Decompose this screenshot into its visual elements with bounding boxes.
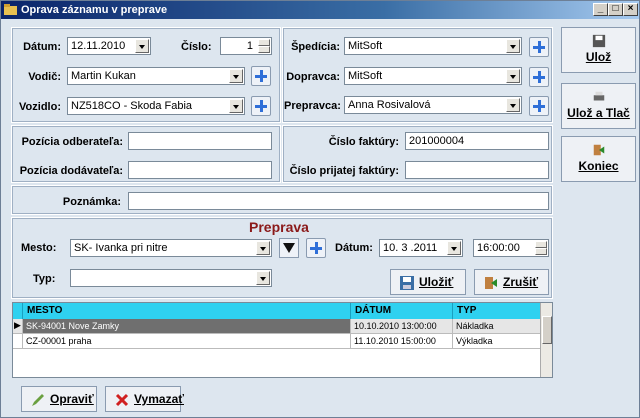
datum-field[interactable]: 12.11.2010: [67, 37, 151, 55]
cislo-prij-input[interactable]: [405, 161, 549, 179]
chevron-down-icon[interactable]: [229, 69, 243, 83]
vymazat-button[interactable]: Vymazať: [105, 386, 184, 412]
floppy-icon: [400, 276, 414, 290]
zrusit-button[interactable]: Zrušiť: [474, 269, 549, 295]
chevron-down-icon[interactable]: [506, 69, 520, 83]
preprava-datum-field[interactable]: 10. 3 .2011: [379, 239, 463, 257]
grid-header-datum[interactable]: DÁTUM: [351, 303, 453, 319]
row-pointer-icon: ▶: [13, 319, 23, 334]
minimize-button[interactable]: _: [593, 3, 608, 16]
maximize-button[interactable]: □: [608, 3, 623, 16]
window-title: Oprava záznamu v preprave: [21, 4, 168, 16]
pencil-icon: [32, 394, 44, 406]
prepravca-label: Prepravca:: [284, 100, 341, 112]
poz-odb-input[interactable]: [128, 132, 272, 150]
preprava-time-field[interactable]: 16:00:00: [473, 239, 549, 257]
datum-label: Dátum:: [23, 41, 61, 53]
title-bar[interactable]: Oprava záznamu v preprave _ □ ×: [1, 1, 639, 19]
add-mesto-button[interactable]: [306, 238, 326, 258]
koniec-button[interactable]: Koniec: [561, 136, 636, 182]
opravit-button[interactable]: Opraviť: [21, 386, 97, 412]
table-row[interactable]: ▶ SK-94001 Nove Zamky 10.10.2010 13:00:0…: [13, 319, 541, 334]
poz-dod-label: Pozícia dodávateľa:: [19, 165, 123, 177]
expand-button[interactable]: [279, 238, 299, 258]
floppy-icon: [592, 34, 605, 48]
cislo-stepper[interactable]: 1: [220, 37, 272, 55]
main-window: Oprava záznamu v preprave _ □ × Dátum: 1…: [0, 0, 640, 418]
chevron-down-icon[interactable]: [229, 99, 243, 113]
cell-mesto: SK-94001 Nove Zamky: [23, 319, 351, 334]
mesto-label: Mesto:: [21, 242, 57, 254]
exit-icon: [593, 144, 604, 156]
uloz-button[interactable]: Ulož: [561, 27, 636, 73]
prepravca-select[interactable]: Anna Rosivalová: [344, 96, 522, 114]
add-spedicia-button[interactable]: [529, 37, 549, 57]
stepper-up-icon[interactable]: [258, 39, 270, 46]
grid-corner: [13, 303, 23, 319]
preprava-title: Preprava: [249, 219, 309, 235]
triangle-down-icon: [283, 243, 295, 253]
dopravca-select[interactable]: MitSoft: [344, 67, 522, 85]
folder-icon: [4, 4, 17, 15]
ulozit-button[interactable]: Uložiť: [390, 269, 466, 295]
grid-scrollbar[interactable]: [540, 303, 552, 377]
cislo-fakt-input[interactable]: 201000004: [405, 132, 549, 150]
typ-label: Typ:: [33, 273, 56, 285]
uloz-tlac-button[interactable]: Ulož a Tlač: [561, 83, 636, 129]
cell-datum: 11.10.2010 15:00:00: [351, 334, 453, 349]
row-indicator: [13, 334, 23, 349]
cell-typ: Výkladka: [453, 334, 541, 349]
close-button[interactable]: ×: [623, 3, 638, 16]
preprava-grid[interactable]: MESTO DÁTUM TYP ▶ SK-94001 Nove Zamky 10…: [12, 302, 553, 378]
add-vozidlo-button[interactable]: [251, 96, 271, 116]
stepper-down-icon[interactable]: [258, 46, 270, 53]
cell-mesto: CZ-00001 praha: [23, 334, 351, 349]
cell-datum: 10.10.2010 13:00:00: [351, 319, 453, 334]
cancel-icon: [485, 277, 497, 289]
poz-odb-label: Pozícia odberateľa:: [21, 136, 123, 148]
poz-dod-input[interactable]: [128, 161, 272, 179]
add-prepravca-button[interactable]: [529, 96, 549, 116]
add-vodic-button[interactable]: [251, 66, 271, 86]
cislo-label: Číslo:: [181, 41, 212, 53]
chevron-down-icon[interactable]: [256, 271, 270, 285]
dopravca-label: Dopravca:: [286, 71, 340, 83]
cell-typ: Nákladka: [453, 319, 541, 334]
grid-header-typ[interactable]: TYP: [453, 303, 541, 319]
poznamka-label: Poznámka:: [62, 196, 121, 208]
vozidlo-select[interactable]: NZ518CO - Skoda Fabia: [67, 97, 245, 115]
preprava-datum-label: Dátum:: [335, 242, 373, 254]
poznamka-input[interactable]: [128, 192, 549, 210]
vodic-label: Vodič:: [28, 71, 61, 83]
chevron-down-icon[interactable]: [506, 98, 520, 112]
chevron-down-icon[interactable]: [135, 39, 149, 53]
chevron-down-icon[interactable]: [447, 241, 461, 255]
chevron-down-icon[interactable]: [506, 39, 520, 53]
table-row[interactable]: CZ-00001 praha 11.10.2010 15:00:00 Výkla…: [13, 334, 541, 349]
vodic-select[interactable]: Martin Kukan: [67, 67, 245, 85]
delete-x-icon: [115, 393, 129, 407]
cislo-prij-label: Číslo prijatej faktúry:: [289, 165, 399, 177]
typ-select[interactable]: [70, 269, 272, 287]
printer-icon: [593, 91, 604, 101]
spedicia-select[interactable]: MitSoft: [344, 37, 522, 55]
spedicia-label: Špedícia:: [291, 41, 340, 53]
chevron-down-icon[interactable]: [256, 241, 270, 255]
scrollbar-thumb[interactable]: [542, 316, 552, 344]
stepper-up-icon[interactable]: [535, 241, 547, 248]
cislo-fakt-label: Číslo faktúry:: [328, 136, 399, 148]
vozidlo-label: Vozidlo:: [19, 101, 61, 113]
stepper-down-icon[interactable]: [535, 248, 547, 255]
mesto-select[interactable]: SK- Ivanka pri nitre: [70, 239, 272, 257]
add-dopravca-button[interactable]: [529, 67, 549, 87]
grid-header-mesto[interactable]: MESTO: [23, 303, 351, 319]
